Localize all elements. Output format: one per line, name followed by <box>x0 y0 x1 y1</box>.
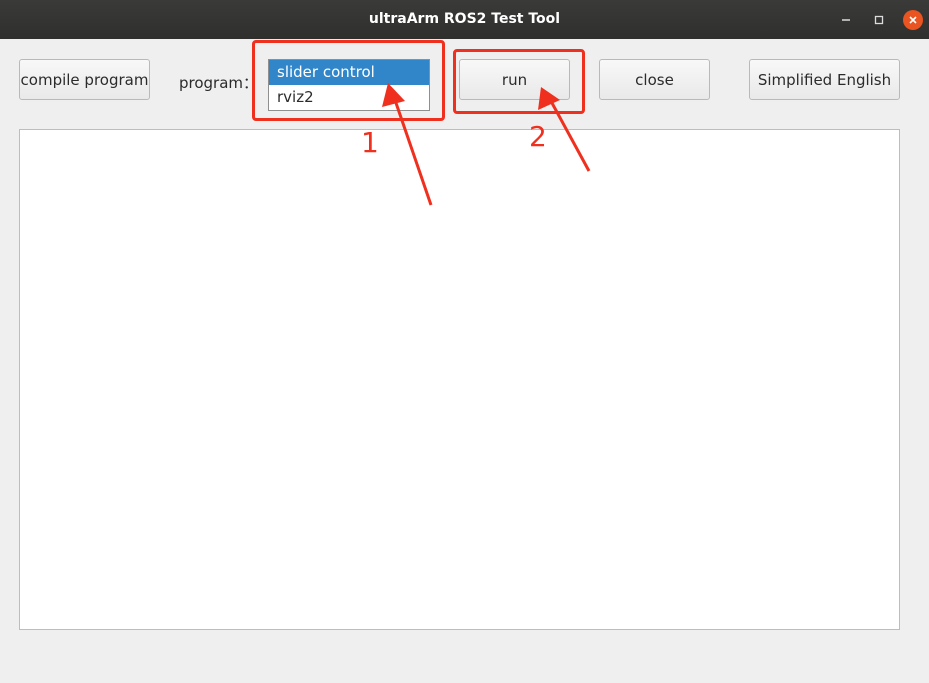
annotation-arrow-1 <box>382 83 433 206</box>
annotation-arrows <box>382 83 591 206</box>
annotation-arrow-2 <box>538 87 591 172</box>
